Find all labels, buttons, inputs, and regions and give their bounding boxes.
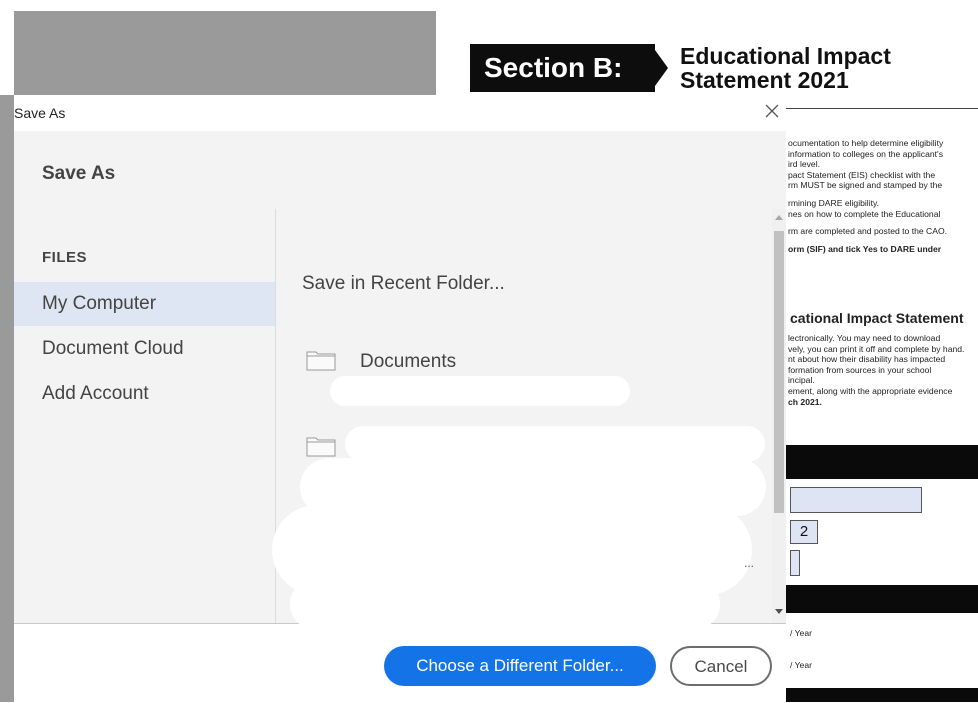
section-arrow xyxy=(655,50,668,86)
folder-name: Documents xyxy=(360,351,457,372)
doc-line: nes on how to complete the Educational xyxy=(788,208,941,219)
dialog-heading: Save As xyxy=(42,163,116,184)
scroll-down-icon[interactable] xyxy=(775,609,783,614)
document-form-field xyxy=(790,487,922,513)
doc-gap xyxy=(788,237,978,244)
redaction-overlay xyxy=(290,578,720,630)
document-title: Educational Impact Statement 2021 xyxy=(680,43,891,93)
document-digit-box: 2 xyxy=(790,520,818,544)
doc-line: vely, you can print it off and complete … xyxy=(788,343,965,354)
document-heading: cational Impact Statement xyxy=(790,310,964,326)
sidebar: FILES My Computer Document Cloud Add Acc… xyxy=(14,209,276,623)
document-year-label: / Year xyxy=(790,628,812,638)
doc-line: orm (SIF) and tick Yes to DARE under xyxy=(788,243,942,254)
more-indicator: ... xyxy=(744,556,755,570)
document-black-bar xyxy=(786,445,978,479)
doc-line: rmining DARE eligibility. xyxy=(788,197,880,208)
document-black-bar xyxy=(786,585,978,613)
redaction-overlay xyxy=(345,426,765,462)
document-form-field xyxy=(790,550,800,576)
document-black-bar xyxy=(786,688,978,702)
dialog-footer: Choose a Different Folder... Cancel xyxy=(14,623,786,703)
sidebar-item-add-account[interactable]: Add Account xyxy=(14,372,275,416)
app-background-top xyxy=(14,11,436,95)
window-title: Save As xyxy=(14,105,66,121)
doc-line: incipal. xyxy=(788,375,815,386)
scroll-up-icon[interactable] xyxy=(775,215,783,220)
vertical-scrollbar[interactable] xyxy=(772,209,786,623)
doc-line: formation from sources in your school xyxy=(788,364,932,375)
doc-line: ch 2021. xyxy=(788,396,822,407)
sidebar-item-document-cloud[interactable]: Document Cloud xyxy=(14,327,275,371)
document-paragraph-bottom: lectronically. You may need to download … xyxy=(788,333,978,407)
folder-icon xyxy=(306,435,336,457)
doc-line: rm are completed and posted to the CAO. xyxy=(788,226,948,237)
dialog-titlebar: Save As xyxy=(14,95,786,131)
section-label: Section B: xyxy=(470,44,655,92)
doc-line: ement, along with the appropriate eviden… xyxy=(788,385,953,396)
doc-line: pact Statement (EIS) checklist with the xyxy=(788,169,936,180)
doc-line: information to colleges on the applicant… xyxy=(788,148,943,159)
recent-folder-label: Save in Recent Folder... xyxy=(302,273,505,294)
doc-line: nt about how their disability has impact… xyxy=(788,354,946,365)
doc-line: ird level. xyxy=(788,159,820,170)
document-paragraph-top: ocumentation to help determine eligibili… xyxy=(788,138,978,254)
doc-gap xyxy=(788,191,978,198)
choose-different-folder-button[interactable]: Choose a Different Folder... xyxy=(384,646,656,686)
files-section-label: FILES xyxy=(42,249,88,266)
sidebar-item-my-computer[interactable]: My Computer xyxy=(14,282,275,326)
doc-line: lectronically. You may need to download xyxy=(788,333,941,343)
app-background-left xyxy=(0,95,14,702)
close-icon[interactable] xyxy=(762,101,782,121)
dialog-header: Save As xyxy=(14,131,786,210)
doc-line: ocumentation to help determine eligibili… xyxy=(788,138,944,148)
redaction-overlay xyxy=(330,376,630,406)
scroll-thumb[interactable] xyxy=(774,231,784,513)
doc-line: rm MUST be signed and stamped by the xyxy=(788,180,943,191)
folder-item-documents[interactable]: Documents xyxy=(306,349,746,379)
document-year-label: / Year xyxy=(790,660,812,670)
doc-gap xyxy=(788,219,978,226)
folder-icon xyxy=(306,349,336,371)
cancel-button[interactable]: Cancel xyxy=(670,646,772,686)
